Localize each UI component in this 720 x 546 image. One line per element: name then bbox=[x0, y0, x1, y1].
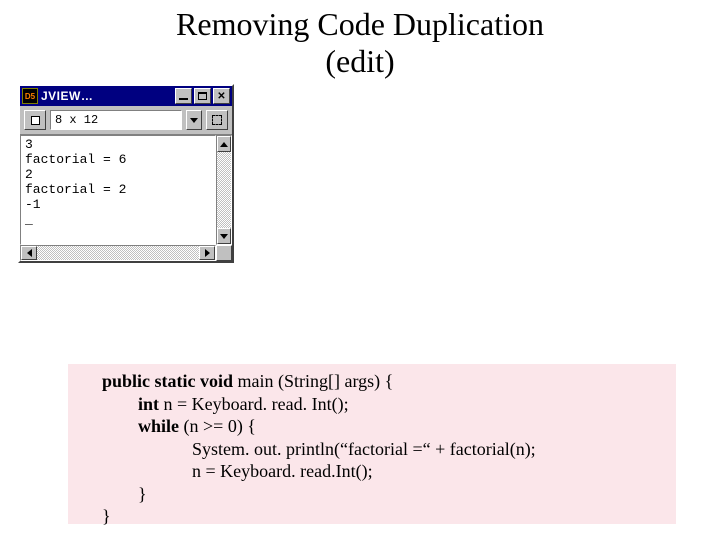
horizontal-scrollbar[interactable] bbox=[20, 245, 216, 261]
toolbar: 8 x 12 bbox=[20, 106, 232, 135]
code-text: n = Keyboard. read. Int(); bbox=[159, 394, 349, 414]
code-block: public static void main (String[] args) … bbox=[68, 364, 676, 524]
code-keyword: while bbox=[138, 416, 179, 436]
chevron-down-icon bbox=[190, 118, 198, 123]
font-dropdown-button[interactable] bbox=[186, 110, 202, 130]
titlebar[interactable]: D5 JVIEW… ✕ bbox=[20, 86, 232, 106]
window-title: JVIEW… bbox=[41, 89, 173, 103]
maximize-button[interactable] bbox=[194, 88, 211, 104]
code-text: n = Keyboard. read.Int(); bbox=[102, 461, 373, 481]
arrow-left-icon bbox=[27, 249, 32, 257]
app-icon: D5 bbox=[22, 88, 38, 104]
code-text bbox=[102, 416, 138, 436]
close-button[interactable]: ✕ bbox=[213, 88, 230, 104]
arrow-down-icon bbox=[220, 234, 228, 239]
slide-title: Removing Code Duplication(edit) bbox=[0, 6, 720, 80]
vertical-scrollbar[interactable] bbox=[216, 135, 232, 245]
code-text: main (String[] args) { bbox=[233, 371, 393, 391]
code-text: System. out. println(“factorial =“ + fac… bbox=[102, 439, 536, 459]
system-menu-button[interactable] bbox=[24, 110, 46, 130]
code-keyword: public static void bbox=[102, 371, 233, 391]
selection-icon bbox=[212, 115, 222, 125]
resize-grip[interactable] bbox=[216, 245, 232, 261]
scroll-down-button[interactable] bbox=[217, 228, 231, 244]
font-size-field[interactable]: 8 x 12 bbox=[50, 110, 182, 130]
scroll-right-button[interactable] bbox=[199, 246, 215, 260]
scroll-track[interactable] bbox=[217, 152, 231, 228]
mark-button[interactable] bbox=[206, 110, 228, 130]
jview-window: D5 JVIEW… ✕ 8 x 12 3 factorial = 6 2 fac… bbox=[18, 84, 234, 263]
arrow-up-icon bbox=[220, 142, 228, 147]
scroll-up-button[interactable] bbox=[217, 136, 231, 152]
hscroll-track[interactable] bbox=[37, 246, 199, 260]
arrow-right-icon bbox=[205, 249, 210, 257]
code-text: } bbox=[102, 484, 147, 504]
code-text: } bbox=[102, 506, 111, 526]
console-output: 3 factorial = 6 2 factorial = 2 -1 _ bbox=[20, 135, 216, 245]
scroll-left-button[interactable] bbox=[21, 246, 37, 260]
code-text bbox=[102, 394, 138, 414]
code-text: (n >= 0) { bbox=[179, 416, 256, 436]
code-keyword: int bbox=[138, 394, 159, 414]
minimize-button[interactable] bbox=[175, 88, 192, 104]
